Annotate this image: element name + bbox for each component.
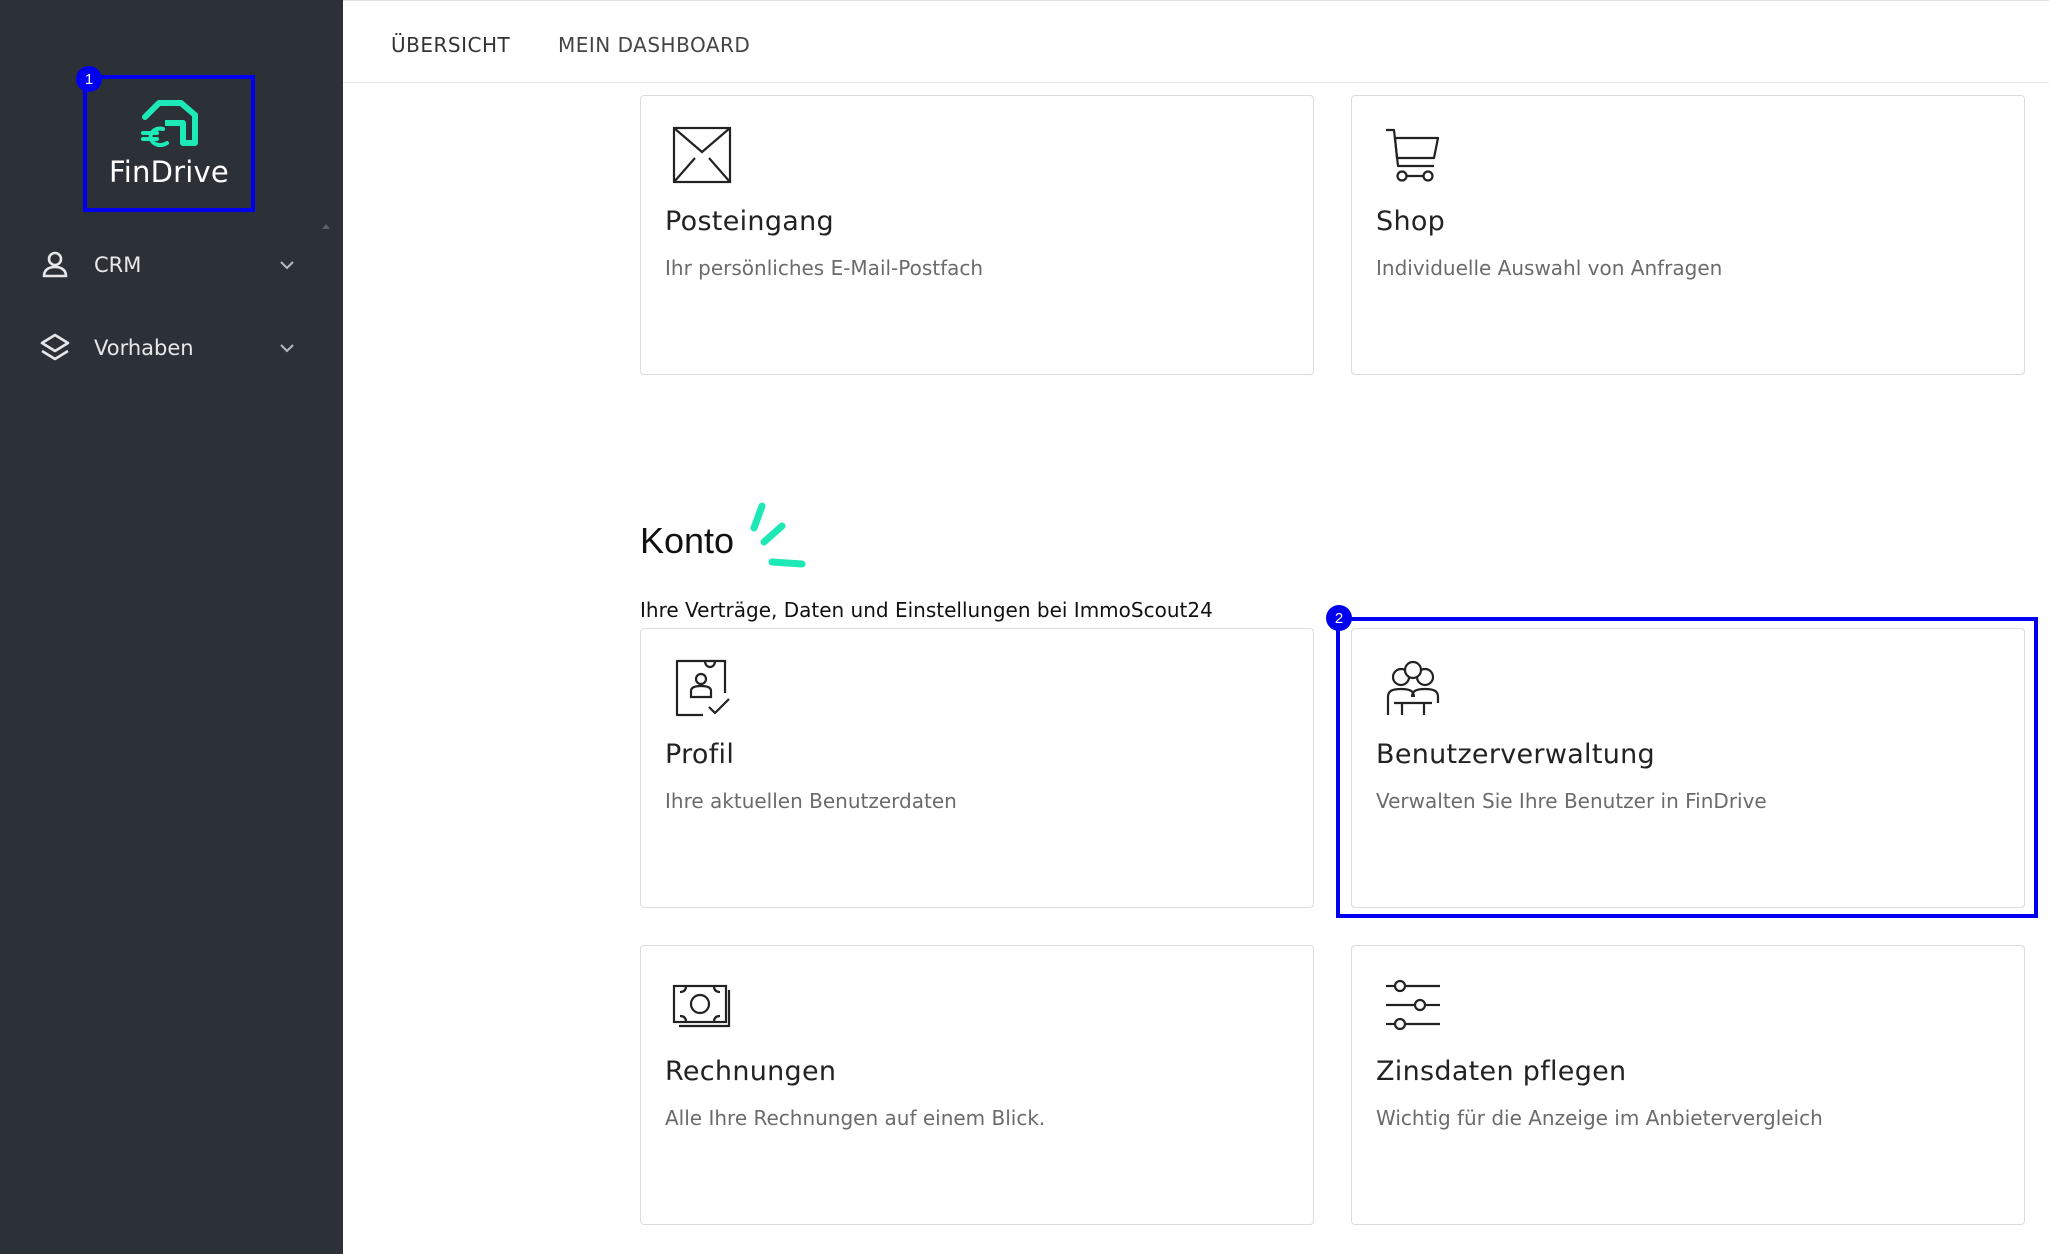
sidebar-item-crm[interactable]: CRM bbox=[38, 245, 298, 285]
card-title: Profil bbox=[665, 739, 735, 770]
card-rechnungen[interactable]: Rechnungen Alle Ihre Rechnungen auf eine… bbox=[640, 945, 1314, 1225]
tab-mein-dashboard[interactable]: MEIN DASHBOARD bbox=[558, 33, 750, 57]
annotation-badge: 1 bbox=[76, 66, 102, 92]
house-logo-icon bbox=[141, 99, 198, 147]
sidebar: FinDrive CRM Vorhaben bbox=[0, 0, 343, 1254]
card-description: Alle Ihre Rechnungen auf einem Blick. bbox=[665, 1106, 1046, 1130]
card-description: Ihr persönliches E-Mail-Postfach bbox=[665, 256, 984, 280]
profile-document-icon bbox=[675, 659, 730, 717]
card-posteingang[interactable]: Posteingang Ihr persönliches E-Mail-Post… bbox=[640, 95, 1314, 375]
card-title: Rechnungen bbox=[665, 1056, 837, 1087]
envelope-icon bbox=[672, 126, 732, 184]
card-description: Wichtig für die Anzeige im Anbietervergl… bbox=[1376, 1106, 1823, 1130]
card-profil[interactable]: Profil Ihre aktuellen Benutzerdaten bbox=[640, 628, 1314, 908]
sidebar-item-label: Vorhaben bbox=[94, 336, 194, 360]
section-subtitle: Ihre Verträge, Daten und Einstellungen b… bbox=[640, 598, 1213, 622]
sidebar-item-vorhaben[interactable]: Vorhaben bbox=[38, 328, 298, 368]
layers-icon bbox=[40, 333, 70, 361]
banknote-icon bbox=[672, 984, 731, 1028]
highlight-frame bbox=[1336, 617, 2038, 918]
chevron-down-icon[interactable] bbox=[276, 254, 298, 276]
sliders-icon bbox=[1386, 979, 1440, 1031]
findrive-logo[interactable]: FinDrive bbox=[83, 75, 255, 212]
cart-icon bbox=[1386, 128, 1440, 182]
chevron-down-icon[interactable] bbox=[276, 337, 298, 359]
card-title: Shop bbox=[1376, 206, 1446, 237]
person-icon bbox=[42, 251, 68, 278]
card-description: Individuelle Auswahl von Anfragen bbox=[1376, 256, 1723, 280]
section-title: Konto bbox=[640, 520, 735, 561]
card-description: Ihre aktuellen Benutzerdaten bbox=[665, 789, 957, 813]
card-shop[interactable]: Shop Individuelle Auswahl von Anfragen bbox=[1351, 95, 2025, 375]
logo-text: FinDrive bbox=[109, 154, 229, 189]
card-zinsdaten-pflegen[interactable]: Zinsdaten pflegen Wichtig für die Anzeig… bbox=[1351, 945, 2025, 1225]
scroll-indicator bbox=[322, 224, 330, 229]
annotation-badge: 2 bbox=[1326, 605, 1352, 631]
accent-dash-icon bbox=[750, 502, 806, 568]
card-title: Zinsdaten pflegen bbox=[1376, 1056, 1627, 1087]
tab-uebersicht[interactable]: ÜBERSICHT bbox=[391, 33, 510, 57]
sidebar-item-label: CRM bbox=[94, 253, 142, 277]
top-navigation: ÜBERSICHT MEIN DASHBOARD bbox=[343, 0, 2049, 83]
card-title: Posteingang bbox=[665, 206, 834, 237]
